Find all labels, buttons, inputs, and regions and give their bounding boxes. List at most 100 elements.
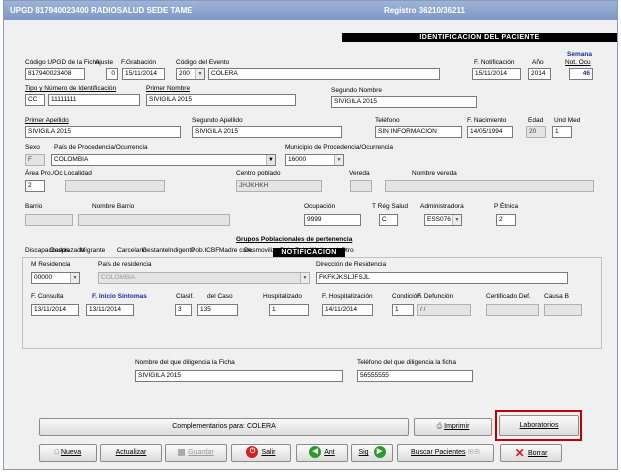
chevron-down-icon[interactable]: ▼ (266, 155, 275, 165)
municipio-label: Municipio de Procedencia/Ocurrencia (285, 144, 394, 151)
diligencia-nombre-field[interactable]: SIVIGILA 2015 (135, 370, 343, 382)
fecha-notificacion-field[interactable]: 15/11/2014 (472, 68, 521, 80)
primer-apellido-label: Primer Apellido (25, 117, 69, 124)
pais-select[interactable]: COLOMBIA ▼ (51, 154, 276, 166)
group-label: Gestante (142, 247, 169, 254)
nacimiento-field[interactable]: 14/05/1994 (467, 126, 513, 138)
diligencia-nombre-label: Nombre del que diligencia la Ficha (135, 359, 235, 366)
direccion-field[interactable]: FKFKJKSLJFSJL (316, 272, 568, 284)
telefono-field[interactable]: SIN INFORMACION (375, 126, 462, 138)
guardar-button[interactable]: Guardar (165, 444, 227, 462)
primer-nombre-field[interactable]: SIVIGILA 2015 (146, 94, 296, 106)
pais-value: COLOMBIA (54, 156, 89, 163)
complementarios-button[interactable]: Complementarios para: COLERA (39, 418, 409, 436)
chevron-down-icon[interactable]: ▼ (452, 215, 461, 225)
groups-title: Grupos Poblacionales de pertenencia (236, 236, 353, 243)
direccion-label: Dirección de Residencia (316, 261, 387, 268)
codigo-upgd-field[interactable]: 817940023408 (25, 68, 85, 80)
primer-apellido-field[interactable]: SIVIGILA 2015 (25, 126, 181, 138)
causa-label: Causa B (544, 293, 569, 300)
group-label: Migrante (80, 247, 106, 254)
nombre-evento-field[interactable]: COLERA (208, 68, 440, 80)
administradora-label: Administradora (420, 203, 464, 210)
edad-field[interactable]: 20 (526, 126, 546, 138)
clasif-field[interactable]: 3 (175, 304, 192, 316)
ajuste-field[interactable]: 0 (106, 68, 118, 80)
sexo-field[interactable]: F (25, 154, 45, 166)
administradora-select[interactable]: ESS076 ▼ (424, 214, 462, 226)
hospitalizado-label: Hospitalizado (263, 293, 303, 300)
segundo-nombre-field[interactable]: SIVIGILA 2015 (331, 96, 477, 108)
nombre-vereda-label: Nombre vereda (412, 170, 457, 177)
diligencia-telefono-field[interactable]: 56555555 (357, 370, 473, 382)
section-patient-header: IDENTIFICACIÓN DEL PACIENTE (342, 33, 617, 42)
f-hospitalizacion-label: F. Hospitalización (322, 293, 373, 300)
salir-button[interactable]: ⏻ Salir (231, 444, 291, 462)
cert-def-field[interactable] (486, 304, 539, 316)
hospitalizado-field[interactable]: 1 (269, 304, 309, 316)
chevron-down-icon[interactable]: ▼ (300, 273, 309, 283)
printer-icon: ⎙ (436, 423, 445, 430)
del-caso-field[interactable]: 135 (197, 304, 238, 316)
buscar-pacientes-button[interactable]: Buscar Pacientes ☉☉ (397, 444, 494, 462)
chevron-down-icon[interactable]: ▼ (334, 155, 343, 165)
f-defuncion-field[interactable]: / / (417, 304, 471, 316)
area-field[interactable]: 2 (25, 180, 45, 192)
anio-field[interactable]: 2014 (528, 68, 551, 80)
consulta-field[interactable]: 13/11/2014 (31, 304, 79, 316)
centro-poblado-label: Centro poblado (236, 170, 281, 177)
fecha-grabacion-label: F.Grabación (121, 59, 157, 66)
numero-documento-field[interactable]: 11111111 (48, 94, 140, 106)
tipo-documento-field[interactable]: CC (25, 94, 45, 106)
fecha-grabacion-field[interactable]: 15/11/2014 (122, 68, 165, 80)
regimen-label: T Rég Salud (372, 203, 409, 210)
und-med-field[interactable]: 1 (552, 126, 572, 138)
causa-field[interactable] (544, 304, 582, 316)
nombre-barrio-field[interactable] (78, 214, 230, 226)
borrar-button[interactable]: ✕ Borrar (500, 444, 562, 462)
und-med-label: Und Med (554, 117, 581, 124)
nueva-button[interactable]: □ Nueva (39, 444, 97, 462)
actualizar-button[interactable]: Actualizar (100, 444, 162, 462)
etnica-label: P Étnica (494, 203, 519, 210)
f-defuncion-label: F. Defunción (417, 293, 454, 300)
municipio-select[interactable]: 16000 ▼ (285, 154, 344, 166)
edad-label: Edad (528, 117, 544, 124)
regimen-field[interactable]: C (379, 214, 398, 226)
imprimir-button[interactable]: ⎙ Imprimir (414, 418, 492, 436)
codigo-upgd-label: Código UPGD de la Ficha (25, 59, 100, 66)
centro-poblado-field[interactable]: JHJKHKH (236, 180, 322, 192)
telefono-label: Teléfono (375, 117, 400, 124)
pais-residencia-select[interactable]: COLOMBIA ▼ (98, 272, 310, 284)
etnica-field[interactable]: 2 (496, 214, 516, 226)
chevron-down-icon[interactable]: ▼ (70, 273, 79, 283)
tipo-documento-label: Tipo y Número de Identificación (25, 85, 117, 92)
del-caso-label: del Caso (207, 293, 233, 300)
consulta-label: F. Consulta (31, 293, 64, 300)
f-hospitalizacion-field[interactable]: 14/11/2014 (322, 304, 373, 316)
semana-field[interactable]: 46 (569, 68, 593, 80)
barrio-field[interactable] (25, 214, 73, 226)
inicio-sintomas-field[interactable]: 13/11/2014 (86, 304, 134, 316)
localidad-field[interactable] (65, 180, 165, 192)
residencia-label: M Residencia (31, 261, 71, 268)
chevron-down-icon[interactable]: ▼ (195, 69, 204, 79)
clasif-label: Clasif. (176, 293, 195, 300)
group-label: Pob.ICBF (191, 247, 220, 254)
segundo-apellido-field[interactable]: SIVIGILA 2015 (192, 126, 342, 138)
binoculars-icon: ☉☉ (467, 449, 480, 456)
arrow-left-icon: ◀ (309, 446, 322, 459)
primer-nombre-label: Primer Nombre (146, 85, 191, 92)
residencia-select[interactable]: 00000 ▼ (31, 272, 80, 284)
municipio-value: 16000 (288, 156, 307, 163)
save-icon (178, 448, 186, 456)
codigo-evento-select[interactable]: 200 ▼ (176, 68, 205, 80)
condicion-field[interactable]: 1 (392, 304, 414, 316)
pais-label: País de Procedencia/Ocurrencia (54, 144, 148, 151)
nombre-vereda-field[interactable] (385, 180, 594, 192)
pais-residencia-label: País de residencia (98, 261, 152, 268)
vereda-field[interactable] (350, 180, 372, 192)
ocupacion-field[interactable]: 9999 (304, 214, 361, 226)
anterior-button[interactable]: ◀ Ant (296, 444, 348, 462)
siguiente-button[interactable]: Sig ▶ (351, 444, 393, 462)
